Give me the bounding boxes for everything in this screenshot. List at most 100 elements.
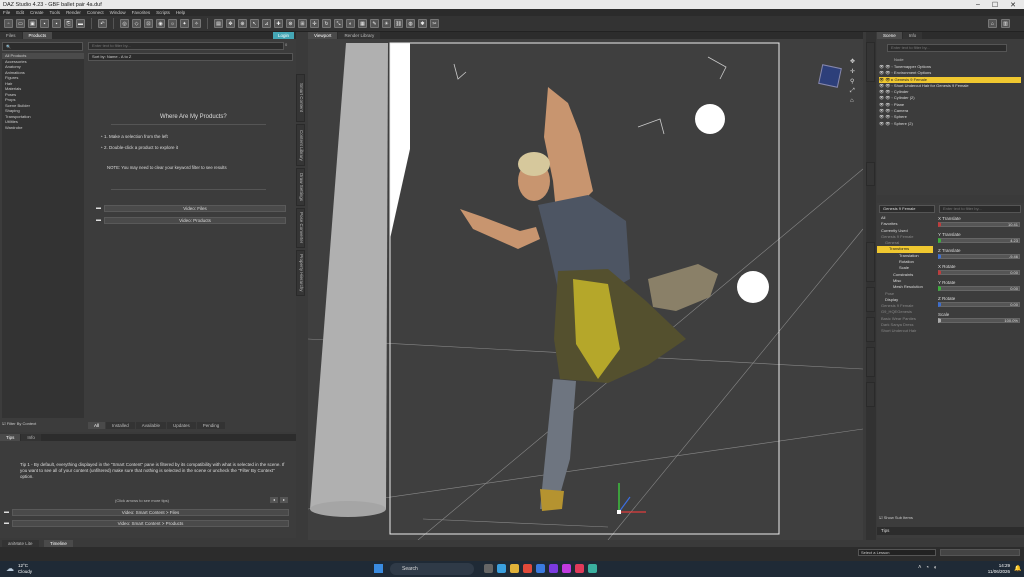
scissors-icon[interactable]: ✂	[430, 19, 439, 28]
scene-search-input[interactable]: Enter text to filter by...	[887, 44, 1007, 52]
lesson-dropdown[interactable]: Select a Lesson	[858, 549, 936, 556]
tab-available[interactable]: Available	[135, 422, 166, 429]
scale-icon[interactable]: ⤡	[334, 19, 343, 28]
save-icon[interactable]: ▪	[40, 19, 49, 28]
spot-render-icon[interactable]: ⊡	[144, 19, 153, 28]
param-search-input[interactable]: Enter text to filter by...	[939, 205, 1021, 213]
translate-icon[interactable]: ✢	[310, 19, 319, 28]
tab-render-library[interactable]: Render Library	[338, 32, 381, 39]
menu-help[interactable]: Help	[176, 10, 185, 15]
joint-editor-icon[interactable]: ⊿	[262, 19, 271, 28]
start-icon[interactable]	[374, 564, 383, 573]
param-y-translate[interactable]: Y Translate 4.23	[936, 231, 1022, 247]
scene-canvas[interactable]	[308, 39, 863, 540]
move-tool-icon[interactable]: ⊕	[238, 19, 247, 28]
save-as-icon[interactable]: ▪	[52, 19, 61, 28]
orbit-icon[interactable]: ✥	[850, 58, 855, 65]
surface-selection-icon[interactable]: ◐	[346, 19, 355, 28]
menu-favorites[interactable]: Favorites	[132, 10, 151, 15]
render-icon[interactable]: ◎	[120, 19, 129, 28]
login-button[interactable]: Login	[272, 32, 294, 39]
layout-icon[interactable]: ▥	[1001, 19, 1010, 28]
menu-create[interactable]: Create	[30, 10, 44, 15]
light-tool-icon[interactable]: ☀	[382, 19, 391, 28]
param-z-rotate[interactable]: Z Rotate 0.00	[936, 295, 1022, 311]
new-scene-icon[interactable]: ▫	[4, 19, 13, 28]
param-x-translate[interactable]: X Translate 10.41	[936, 215, 1022, 231]
tab-lights-side[interactable]	[866, 317, 875, 342]
home-icon[interactable]: ⌂	[988, 19, 997, 28]
weather-widget[interactable]: 12°C Cloudy	[18, 563, 32, 574]
prev-tip-button[interactable]: ◂	[270, 497, 278, 503]
tab-scene-info[interactable]: Info	[902, 32, 923, 39]
camera-icon[interactable]: ◉	[156, 19, 165, 28]
region-nav-icon[interactable]: ⊞	[298, 19, 307, 28]
show-sub-items-checkbox[interactable]: ☑ Show Sub Items	[879, 515, 913, 520]
tree-item[interactable]: 👁 👁 ◦ Sphere (2)	[879, 121, 1021, 127]
tab-timeline[interactable]: Timeline	[44, 540, 73, 547]
tab-viewport[interactable]: Viewport	[308, 32, 338, 39]
menu-render[interactable]: Render	[66, 10, 81, 15]
explorer-icon[interactable]	[510, 564, 519, 573]
rotate-icon[interactable]: ↻	[322, 19, 331, 28]
pointer-icon[interactable]: ↖	[250, 19, 259, 28]
category-item[interactable]: Wardrobe	[2, 125, 84, 131]
interactive-icon[interactable]: ✧	[192, 19, 201, 28]
volume-icon[interactable]: ◖	[933, 565, 937, 571]
menu-window[interactable]: Window	[110, 10, 126, 15]
app-icon[interactable]	[549, 564, 558, 573]
tab-info[interactable]: Info	[21, 434, 41, 441]
menu-tools[interactable]: Tools	[50, 10, 61, 15]
tab-scene[interactable]: Scene	[877, 32, 902, 39]
menu-connect[interactable]: Connect	[87, 10, 104, 15]
taskbar-search[interactable]: Search	[390, 563, 474, 575]
category-search[interactable]: 🔍	[2, 42, 83, 51]
chrome-icon[interactable]	[523, 564, 532, 573]
weather-icon[interactable]: ☁	[6, 564, 14, 573]
tab-scene-side[interactable]	[866, 42, 875, 82]
wifi-icon[interactable]: ◔	[926, 565, 930, 571]
tab-installed[interactable]: Installed	[106, 422, 135, 429]
dolly-icon[interactable]: ⤢	[850, 88, 855, 95]
iray-icon[interactable]: ✦	[180, 19, 189, 28]
video-products-button[interactable]: Video: Products	[104, 217, 286, 224]
tab-pose-converter[interactable]: Pose Converter	[296, 208, 305, 248]
edge-icon[interactable]	[497, 564, 506, 573]
tab-pending[interactable]: Pending	[196, 422, 226, 429]
param-y-rotate[interactable]: Y Rotate 0.00	[936, 279, 1022, 295]
param-slider[interactable]: 10.41	[938, 222, 1020, 227]
tab-all[interactable]: All	[88, 422, 106, 429]
menu-scripts[interactable]: Scripts	[156, 10, 170, 15]
tray-chevron-icon[interactable]: ˄	[918, 565, 922, 571]
close-button[interactable]: ✕	[1010, 1, 1016, 9]
shape-icon[interactable]: ✎	[370, 19, 379, 28]
clock[interactable]: 14:29 11/06/2026	[980, 563, 1010, 575]
tips-bar[interactable]: Tips	[877, 527, 1024, 535]
param-scale[interactable]: Scale 100.0%	[936, 311, 1022, 327]
param-slider[interactable]: 100.0%	[938, 318, 1020, 323]
export-icon[interactable]: ⎘	[64, 19, 73, 28]
active-pose-icon[interactable]: ✚	[274, 19, 283, 28]
tab-updates[interactable]: Updates	[166, 422, 196, 429]
menu-edit[interactable]: Edit	[16, 10, 24, 15]
filter-by-context-checkbox[interactable]: ☑ Filter By Context	[2, 421, 36, 426]
menu-file[interactable]: File	[3, 10, 10, 15]
minimize-button[interactable]: –	[976, 1, 980, 9]
daz-studio-icon[interactable]	[588, 564, 597, 573]
task-view-icon[interactable]	[484, 564, 493, 573]
tab-animate-lite[interactable]: aniMate Lite	[2, 540, 39, 547]
zoom-icon[interactable]: ⚲	[850, 78, 855, 85]
app-icon[interactable]	[575, 564, 584, 573]
tab-products[interactable]: Products	[22, 32, 53, 39]
pose-tool-icon[interactable]: ⊛	[286, 19, 295, 28]
merge-icon[interactable]: ▣	[28, 19, 37, 28]
undo-icon[interactable]: ↶	[98, 19, 107, 28]
tab-posing-side[interactable]	[866, 347, 875, 377]
node-selection-icon[interactable]: ▤	[214, 19, 223, 28]
video-files-button[interactable]: Video: Files	[104, 205, 286, 212]
tab-files[interactable]: Files	[0, 32, 22, 39]
universal-tool-icon[interactable]: ✥	[226, 19, 235, 28]
app-icon[interactable]	[562, 564, 571, 573]
figure-dropdown[interactable]: Genesis 9 Female	[879, 205, 935, 213]
pan-icon[interactable]: ✛	[850, 68, 855, 75]
